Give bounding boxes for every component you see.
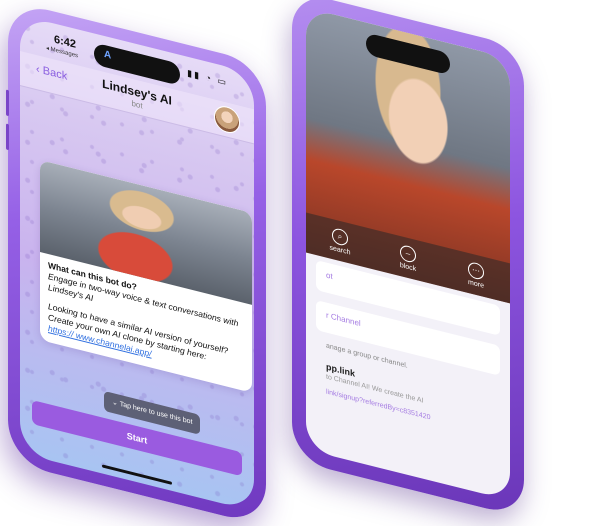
search-icon: ⌕ bbox=[332, 226, 348, 247]
app-badge-icon: A bbox=[104, 48, 112, 62]
bot-avatar[interactable] bbox=[214, 103, 240, 136]
action-more[interactable]: ⋯ more bbox=[454, 257, 498, 293]
signal-wifi-battery-icon: ▮▮ ◔ ▭ bbox=[187, 67, 228, 88]
marketing-stage: ⌕ search – block ⋯ more ot r Channel ana… bbox=[0, 0, 608, 526]
volume-down-button bbox=[6, 123, 9, 151]
front-phone: 6:42 ◂ Messages A ▮▮ ◔ ▭ ‹ Back Lindsey'… bbox=[6, 0, 266, 526]
block-icon: – bbox=[400, 243, 416, 264]
action-search[interactable]: ⌕ search bbox=[318, 223, 362, 259]
back-phone-screen: ⌕ search – block ⋯ more ot r Channel ana… bbox=[306, 7, 510, 501]
double-chevron-down-icon: ⌄ bbox=[112, 398, 120, 408]
chat-screen: 6:42 ◂ Messages A ▮▮ ◔ ▭ ‹ Back Lindsey'… bbox=[20, 14, 254, 512]
more-icon: ⋯ bbox=[468, 260, 484, 281]
volume-up-button bbox=[6, 89, 9, 117]
back-phone: ⌕ search – block ⋯ more ot r Channel ana… bbox=[292, 0, 524, 518]
action-block[interactable]: – block bbox=[386, 240, 430, 276]
